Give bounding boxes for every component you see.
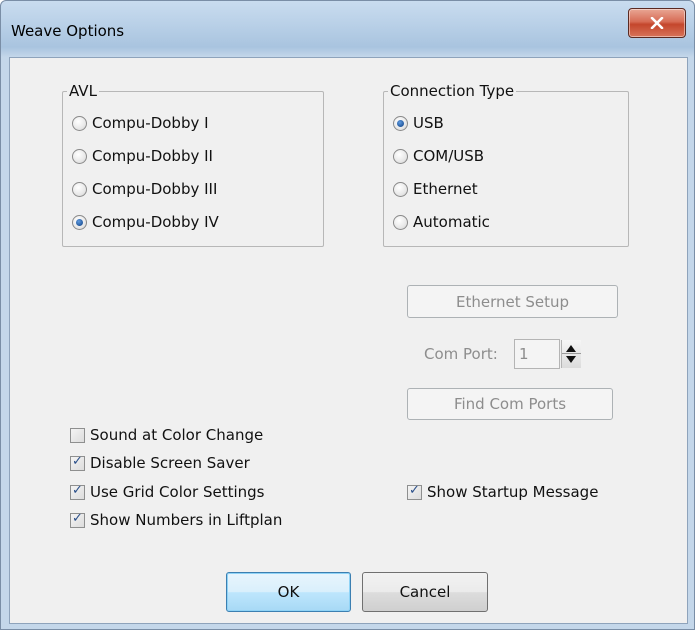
avl-group: AVL Compu-Dobby I Compu-Dobby II Compu-D…	[62, 82, 324, 247]
show-numbers-in-liftplan-checkbox[interactable]: Show Numbers in Liftplan	[70, 510, 282, 530]
spin-up-icon[interactable]	[566, 345, 576, 352]
checkbox-checked-icon[interactable]	[70, 454, 85, 471]
radio-icon[interactable]	[72, 115, 87, 131]
radio-selected-icon[interactable]	[72, 214, 87, 230]
ethernet-setup-button[interactable]: Ethernet Setup	[407, 285, 618, 318]
connection-option-label: Automatic	[413, 213, 490, 231]
radio-icon[interactable]	[72, 181, 87, 197]
checkbox-checked-icon[interactable]	[407, 483, 422, 500]
cancel-button[interactable]: Cancel	[362, 572, 488, 612]
avl-option-label: Compu-Dobby I	[92, 114, 209, 132]
avl-option-label: Compu-Dobby IV	[92, 213, 219, 231]
radio-icon[interactable]	[393, 181, 408, 197]
avl-option-label: Compu-Dobby II	[92, 147, 213, 165]
avl-group-legend: AVL	[67, 82, 99, 100]
com-port-input[interactable]: 1	[514, 339, 560, 369]
spin-down-icon[interactable]	[566, 356, 576, 363]
show-startup-message-checkbox[interactable]: Show Startup Message	[407, 482, 598, 502]
checkbox-label: Use Grid Color Settings	[90, 483, 265, 501]
connection-option-com-usb[interactable]: COM/USB	[393, 146, 484, 166]
connection-option-label: Ethernet	[413, 180, 478, 198]
connection-option-automatic[interactable]: Automatic	[393, 212, 490, 232]
checkbox-unchecked-icon[interactable]	[70, 427, 85, 443]
dialog-client-area: AVL Compu-Dobby I Compu-Dobby II Compu-D…	[9, 57, 688, 624]
avl-option-compu-dobby-2[interactable]: Compu-Dobby II	[72, 146, 213, 166]
use-grid-color-settings-checkbox[interactable]: Use Grid Color Settings	[70, 482, 265, 502]
close-button[interactable]	[628, 8, 686, 38]
connection-option-usb[interactable]: USB	[393, 113, 444, 133]
avl-option-label: Compu-Dobby III	[92, 180, 218, 198]
com-port-label: Com Port:	[424, 345, 498, 363]
connection-option-label: COM/USB	[413, 147, 485, 165]
window-title: Weave Options	[11, 22, 125, 40]
find-com-ports-button[interactable]: Find Com Ports	[407, 388, 613, 420]
checkbox-label: Sound at Color Change	[90, 426, 264, 444]
connection-type-legend: Connection Type	[388, 82, 517, 100]
radio-selected-icon[interactable]	[393, 115, 408, 131]
radio-icon[interactable]	[72, 148, 87, 164]
avl-option-compu-dobby-4[interactable]: Compu-Dobby IV	[72, 212, 219, 232]
checkbox-label: Show Numbers in Liftplan	[90, 511, 283, 529]
close-icon	[650, 17, 664, 29]
checkbox-checked-icon[interactable]	[70, 511, 85, 528]
com-port-stepper[interactable]	[561, 340, 581, 368]
spin-divider	[562, 353, 581, 354]
title-bar[interactable]: Weave Options	[1, 1, 694, 57]
weave-options-window: Weave Options AVL Compu-Dobby I Compu-Do…	[0, 0, 695, 630]
checkbox-label: Show Startup Message	[427, 483, 599, 501]
sound-at-color-change-checkbox[interactable]: Sound at Color Change	[70, 425, 263, 445]
ok-button[interactable]: OK	[226, 572, 351, 612]
avl-option-compu-dobby-1[interactable]: Compu-Dobby I	[72, 113, 209, 133]
connection-type-group: Connection Type USB COM/USB Ethernet Aut…	[383, 82, 629, 247]
disable-screen-saver-checkbox[interactable]: Disable Screen Saver	[70, 453, 250, 473]
connection-option-label: USB	[413, 114, 444, 132]
radio-icon[interactable]	[393, 214, 408, 230]
checkbox-checked-icon[interactable]	[70, 483, 85, 500]
radio-icon[interactable]	[393, 148, 408, 164]
avl-option-compu-dobby-3[interactable]: Compu-Dobby III	[72, 179, 217, 199]
checkbox-label: Disable Screen Saver	[90, 454, 250, 472]
connection-option-ethernet[interactable]: Ethernet	[393, 179, 478, 199]
